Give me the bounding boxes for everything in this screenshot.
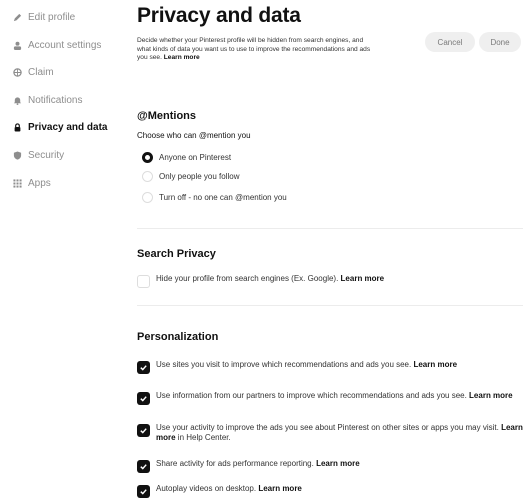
search-privacy-section-title: Search Privacy xyxy=(137,248,216,260)
checkbox-label-suffix: in Help Center. xyxy=(177,432,231,442)
mention-option-followers[interactable]: Only people you follow xyxy=(142,171,240,182)
checkbox-label: Use your activity to improve the ads you… xyxy=(156,423,523,442)
personalization-option-sites[interactable]: Use sites you visit to improve which rec… xyxy=(137,360,497,374)
sidebar-item-label: Apps xyxy=(28,178,51,189)
cancel-button[interactable]: Cancel xyxy=(425,32,475,52)
learn-more-link[interactable]: Learn more xyxy=(413,360,457,369)
personalization-option-partners[interactable]: Use information from our partners to imp… xyxy=(137,391,517,405)
lock-icon xyxy=(12,123,22,133)
shield-icon xyxy=(12,151,22,161)
mentions-section-title: @Mentions xyxy=(137,110,197,122)
sidebar-item-label: Account settings xyxy=(28,40,102,51)
sidebar-item-claim[interactable]: Claim xyxy=(12,67,54,78)
mention-option-off[interactable]: Turn off - no one can @mention you xyxy=(142,192,287,203)
sidebar-item-security[interactable]: Security xyxy=(12,150,64,161)
page-description: Decide whether your Pinterest profile wi… xyxy=(137,37,377,63)
checkbox-label-text: Use information from our partners to imp… xyxy=(156,391,467,400)
mention-option-anyone[interactable]: Anyone on Pinterest xyxy=(142,152,231,163)
learn-more-link[interactable]: Learn more xyxy=(469,391,513,400)
checkbox-label-text: Use sites you visit to improve which rec… xyxy=(156,360,412,369)
radio-icon[interactable] xyxy=(142,192,153,203)
personalization-section-title: Personalization xyxy=(137,331,219,343)
mentions-subtitle: Choose who can @mention you xyxy=(137,131,251,140)
done-button[interactable]: Done xyxy=(479,32,521,52)
checkbox-checked-icon[interactable] xyxy=(137,361,150,374)
learn-more-link[interactable]: Learn more xyxy=(164,54,200,61)
checkbox-label: Use sites you visit to improve which rec… xyxy=(156,360,457,370)
personalization-option-reporting[interactable]: Share activity for ads performance repor… xyxy=(137,459,497,473)
globe-icon xyxy=(12,68,22,78)
sidebar-item-label: Privacy and data xyxy=(28,122,108,133)
personalization-option-activity[interactable]: Use your activity to improve the ads you… xyxy=(137,423,523,442)
radio-label: Anyone on Pinterest xyxy=(159,153,232,162)
sidebar-item-edit-profile[interactable]: Edit profile xyxy=(12,12,75,23)
checkbox-label-text: Share activity for ads performance repor… xyxy=(156,459,314,468)
learn-more-link[interactable]: Learn more xyxy=(258,484,302,493)
sidebar-item-notifications[interactable]: Notifications xyxy=(12,95,82,106)
search-privacy-option[interactable]: Hide your profile from search engines (E… xyxy=(137,274,384,288)
sidebar-item-account-settings[interactable]: Account settings xyxy=(12,40,101,51)
radio-icon[interactable] xyxy=(142,171,153,182)
section-divider xyxy=(137,228,523,229)
bell-icon xyxy=(12,96,22,106)
settings-sidebar: Edit profile Account settings Claim Noti… xyxy=(0,0,128,501)
grid-icon xyxy=(12,179,22,189)
sidebar-item-label: Edit profile xyxy=(28,12,76,23)
checkbox-checked-icon[interactable] xyxy=(137,392,150,405)
checkbox-label: Autoplay videos on desktop. Learn more xyxy=(156,484,302,494)
checkbox-label: Share activity for ads performance repor… xyxy=(156,459,360,469)
sidebar-item-label: Claim xyxy=(28,67,54,78)
personalization-option-autoplay[interactable]: Autoplay videos on desktop. Learn more xyxy=(137,484,497,498)
sidebar-item-apps[interactable]: Apps xyxy=(12,178,51,189)
sidebar-item-label: Security xyxy=(28,150,65,161)
sidebar-item-label: Notifications xyxy=(28,95,83,106)
page-title: Privacy and data xyxy=(137,4,301,27)
radio-label: Only people you follow xyxy=(159,172,240,181)
radio-label: Turn off - no one can @mention you xyxy=(159,193,287,202)
section-divider xyxy=(137,305,523,306)
checkbox-checked-icon[interactable] xyxy=(137,485,150,498)
checkbox-label-text: Use your activity to improve the ads you… xyxy=(156,423,499,432)
checkbox-label: Use information from our partners to imp… xyxy=(156,391,513,401)
checkbox-label-text: Autoplay videos on desktop. xyxy=(156,484,257,493)
pencil-icon xyxy=(12,13,22,23)
learn-more-link[interactable]: Learn more xyxy=(341,274,385,283)
checkbox-checked-icon[interactable] xyxy=(137,424,150,437)
radio-selected-icon[interactable] xyxy=(142,152,153,163)
checkbox-label: Hide your profile from search engines (E… xyxy=(156,274,384,284)
person-icon xyxy=(12,41,22,51)
checkbox-unchecked-icon[interactable] xyxy=(137,275,150,288)
checkbox-label-text: Hide your profile from search engines (E… xyxy=(156,274,339,283)
sidebar-item-privacy-and-data[interactable]: Privacy and data xyxy=(12,122,107,133)
learn-more-link[interactable]: Learn more xyxy=(316,459,360,468)
checkbox-checked-icon[interactable] xyxy=(137,460,150,473)
